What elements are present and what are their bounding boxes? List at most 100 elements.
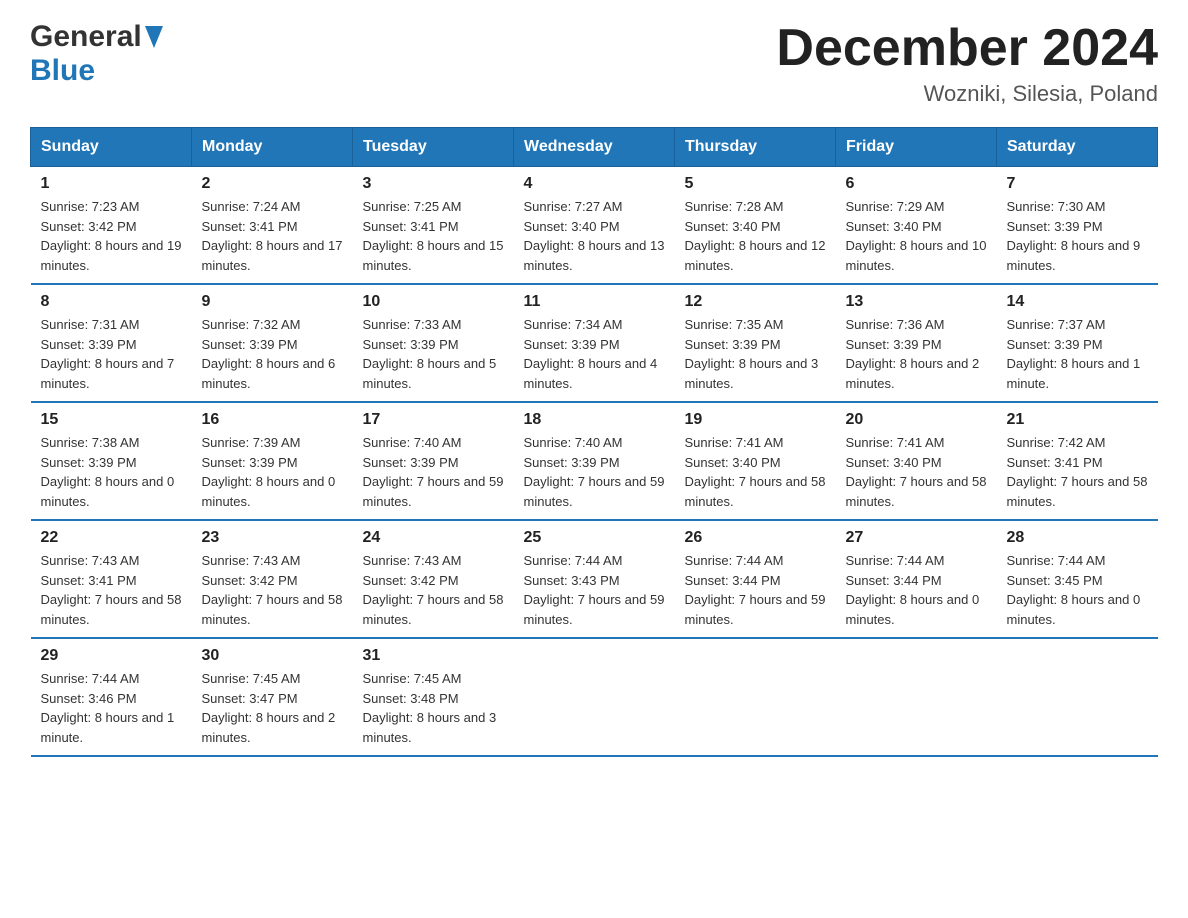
calendar-cell: 23 Sunrise: 7:43 AMSunset: 3:42 PMDaylig…: [192, 520, 353, 638]
day-info: Sunrise: 7:39 AMSunset: 3:39 PMDaylight:…: [202, 433, 343, 511]
col-friday: Friday: [836, 128, 997, 167]
logo: General Blue: [30, 20, 163, 88]
day-info: Sunrise: 7:35 AMSunset: 3:39 PMDaylight:…: [685, 315, 826, 393]
calendar-week-3: 15 Sunrise: 7:38 AMSunset: 3:39 PMDaylig…: [31, 402, 1158, 520]
calendar-cell: 25 Sunrise: 7:44 AMSunset: 3:43 PMDaylig…: [514, 520, 675, 638]
col-monday: Monday: [192, 128, 353, 167]
calendar-cell: 11 Sunrise: 7:34 AMSunset: 3:39 PMDaylig…: [514, 284, 675, 402]
day-info: Sunrise: 7:40 AMSunset: 3:39 PMDaylight:…: [524, 433, 665, 511]
day-info: Sunrise: 7:23 AMSunset: 3:42 PMDaylight:…: [41, 197, 182, 275]
day-info: Sunrise: 7:45 AMSunset: 3:48 PMDaylight:…: [363, 669, 504, 747]
calendar-cell: [997, 638, 1158, 756]
day-info: Sunrise: 7:44 AMSunset: 3:46 PMDaylight:…: [41, 669, 182, 747]
col-thursday: Thursday: [675, 128, 836, 167]
day-info: Sunrise: 7:37 AMSunset: 3:39 PMDaylight:…: [1007, 315, 1148, 393]
calendar-cell: 22 Sunrise: 7:43 AMSunset: 3:41 PMDaylig…: [31, 520, 192, 638]
day-number: 28: [1007, 529, 1148, 547]
day-number: 31: [363, 647, 504, 665]
day-number: 9: [202, 293, 343, 311]
day-info: Sunrise: 7:32 AMSunset: 3:39 PMDaylight:…: [202, 315, 343, 393]
day-number: 19: [685, 411, 826, 429]
day-number: 27: [846, 529, 987, 547]
day-info: Sunrise: 7:34 AMSunset: 3:39 PMDaylight:…: [524, 315, 665, 393]
calendar-cell: 26 Sunrise: 7:44 AMSunset: 3:44 PMDaylig…: [675, 520, 836, 638]
day-info: Sunrise: 7:42 AMSunset: 3:41 PMDaylight:…: [1007, 433, 1148, 511]
day-number: 24: [363, 529, 504, 547]
calendar-cell: 4 Sunrise: 7:27 AMSunset: 3:40 PMDayligh…: [514, 167, 675, 285]
day-number: 11: [524, 293, 665, 311]
day-number: 20: [846, 411, 987, 429]
day-info: Sunrise: 7:41 AMSunset: 3:40 PMDaylight:…: [846, 433, 987, 511]
calendar-cell: 6 Sunrise: 7:29 AMSunset: 3:40 PMDayligh…: [836, 167, 997, 285]
day-info: Sunrise: 7:25 AMSunset: 3:41 PMDaylight:…: [363, 197, 504, 275]
calendar-cell: 9 Sunrise: 7:32 AMSunset: 3:39 PMDayligh…: [192, 284, 353, 402]
calendar-cell: 30 Sunrise: 7:45 AMSunset: 3:47 PMDaylig…: [192, 638, 353, 756]
day-info: Sunrise: 7:33 AMSunset: 3:39 PMDaylight:…: [363, 315, 504, 393]
calendar-cell: 29 Sunrise: 7:44 AMSunset: 3:46 PMDaylig…: [31, 638, 192, 756]
day-info: Sunrise: 7:29 AMSunset: 3:40 PMDaylight:…: [846, 197, 987, 275]
calendar-cell: 31 Sunrise: 7:45 AMSunset: 3:48 PMDaylig…: [353, 638, 514, 756]
day-number: 26: [685, 529, 826, 547]
calendar-cell: 7 Sunrise: 7:30 AMSunset: 3:39 PMDayligh…: [997, 167, 1158, 285]
day-number: 25: [524, 529, 665, 547]
day-info: Sunrise: 7:27 AMSunset: 3:40 PMDaylight:…: [524, 197, 665, 275]
day-number: 29: [41, 647, 182, 665]
calendar-cell: 3 Sunrise: 7:25 AMSunset: 3:41 PMDayligh…: [353, 167, 514, 285]
month-title: December 2024: [776, 20, 1158, 77]
logo-triangle-icon: [145, 26, 163, 53]
day-info: Sunrise: 7:43 AMSunset: 3:42 PMDaylight:…: [363, 551, 504, 629]
calendar-cell: 14 Sunrise: 7:37 AMSunset: 3:39 PMDaylig…: [997, 284, 1158, 402]
day-number: 10: [363, 293, 504, 311]
logo-general-text: General: [30, 20, 142, 54]
day-number: 14: [1007, 293, 1148, 311]
calendar-week-5: 29 Sunrise: 7:44 AMSunset: 3:46 PMDaylig…: [31, 638, 1158, 756]
calendar-cell: 28 Sunrise: 7:44 AMSunset: 3:45 PMDaylig…: [997, 520, 1158, 638]
day-number: 18: [524, 411, 665, 429]
calendar-cell: 17 Sunrise: 7:40 AMSunset: 3:39 PMDaylig…: [353, 402, 514, 520]
day-number: 17: [363, 411, 504, 429]
calendar-cell: 8 Sunrise: 7:31 AMSunset: 3:39 PMDayligh…: [31, 284, 192, 402]
calendar-cell: 21 Sunrise: 7:42 AMSunset: 3:41 PMDaylig…: [997, 402, 1158, 520]
col-wednesday: Wednesday: [514, 128, 675, 167]
day-number: 30: [202, 647, 343, 665]
calendar-cell: 20 Sunrise: 7:41 AMSunset: 3:40 PMDaylig…: [836, 402, 997, 520]
calendar-cell: 5 Sunrise: 7:28 AMSunset: 3:40 PMDayligh…: [675, 167, 836, 285]
calendar-cell: 10 Sunrise: 7:33 AMSunset: 3:39 PMDaylig…: [353, 284, 514, 402]
day-info: Sunrise: 7:38 AMSunset: 3:39 PMDaylight:…: [41, 433, 182, 511]
page-header: General Blue December 2024 Wozniki, Sile…: [30, 20, 1158, 107]
day-number: 12: [685, 293, 826, 311]
day-info: Sunrise: 7:43 AMSunset: 3:41 PMDaylight:…: [41, 551, 182, 629]
day-info: Sunrise: 7:40 AMSunset: 3:39 PMDaylight:…: [363, 433, 504, 511]
day-info: Sunrise: 7:30 AMSunset: 3:39 PMDaylight:…: [1007, 197, 1148, 275]
calendar-cell: 16 Sunrise: 7:39 AMSunset: 3:39 PMDaylig…: [192, 402, 353, 520]
day-info: Sunrise: 7:45 AMSunset: 3:47 PMDaylight:…: [202, 669, 343, 747]
day-info: Sunrise: 7:24 AMSunset: 3:41 PMDaylight:…: [202, 197, 343, 275]
day-number: 23: [202, 529, 343, 547]
calendar-week-2: 8 Sunrise: 7:31 AMSunset: 3:39 PMDayligh…: [31, 284, 1158, 402]
calendar-cell: [836, 638, 997, 756]
day-number: 22: [41, 529, 182, 547]
day-number: 2: [202, 175, 343, 193]
col-tuesday: Tuesday: [353, 128, 514, 167]
location-title: Wozniki, Silesia, Poland: [776, 81, 1158, 107]
day-number: 13: [846, 293, 987, 311]
calendar-cell: 1 Sunrise: 7:23 AMSunset: 3:42 PMDayligh…: [31, 167, 192, 285]
calendar-table: Sunday Monday Tuesday Wednesday Thursday…: [30, 127, 1158, 757]
calendar-cell: 13 Sunrise: 7:36 AMSunset: 3:39 PMDaylig…: [836, 284, 997, 402]
day-number: 8: [41, 293, 182, 311]
calendar-cell: 2 Sunrise: 7:24 AMSunset: 3:41 PMDayligh…: [192, 167, 353, 285]
title-area: December 2024 Wozniki, Silesia, Poland: [776, 20, 1158, 107]
day-info: Sunrise: 7:44 AMSunset: 3:45 PMDaylight:…: [1007, 551, 1148, 629]
day-number: 5: [685, 175, 826, 193]
day-info: Sunrise: 7:43 AMSunset: 3:42 PMDaylight:…: [202, 551, 343, 629]
day-info: Sunrise: 7:44 AMSunset: 3:44 PMDaylight:…: [846, 551, 987, 629]
calendar-cell: 15 Sunrise: 7:38 AMSunset: 3:39 PMDaylig…: [31, 402, 192, 520]
day-info: Sunrise: 7:44 AMSunset: 3:43 PMDaylight:…: [524, 551, 665, 629]
col-saturday: Saturday: [997, 128, 1158, 167]
calendar-cell: [514, 638, 675, 756]
day-info: Sunrise: 7:36 AMSunset: 3:39 PMDaylight:…: [846, 315, 987, 393]
calendar-cell: 18 Sunrise: 7:40 AMSunset: 3:39 PMDaylig…: [514, 402, 675, 520]
calendar-cell: 12 Sunrise: 7:35 AMSunset: 3:39 PMDaylig…: [675, 284, 836, 402]
calendar-cell: 24 Sunrise: 7:43 AMSunset: 3:42 PMDaylig…: [353, 520, 514, 638]
day-info: Sunrise: 7:31 AMSunset: 3:39 PMDaylight:…: [41, 315, 182, 393]
